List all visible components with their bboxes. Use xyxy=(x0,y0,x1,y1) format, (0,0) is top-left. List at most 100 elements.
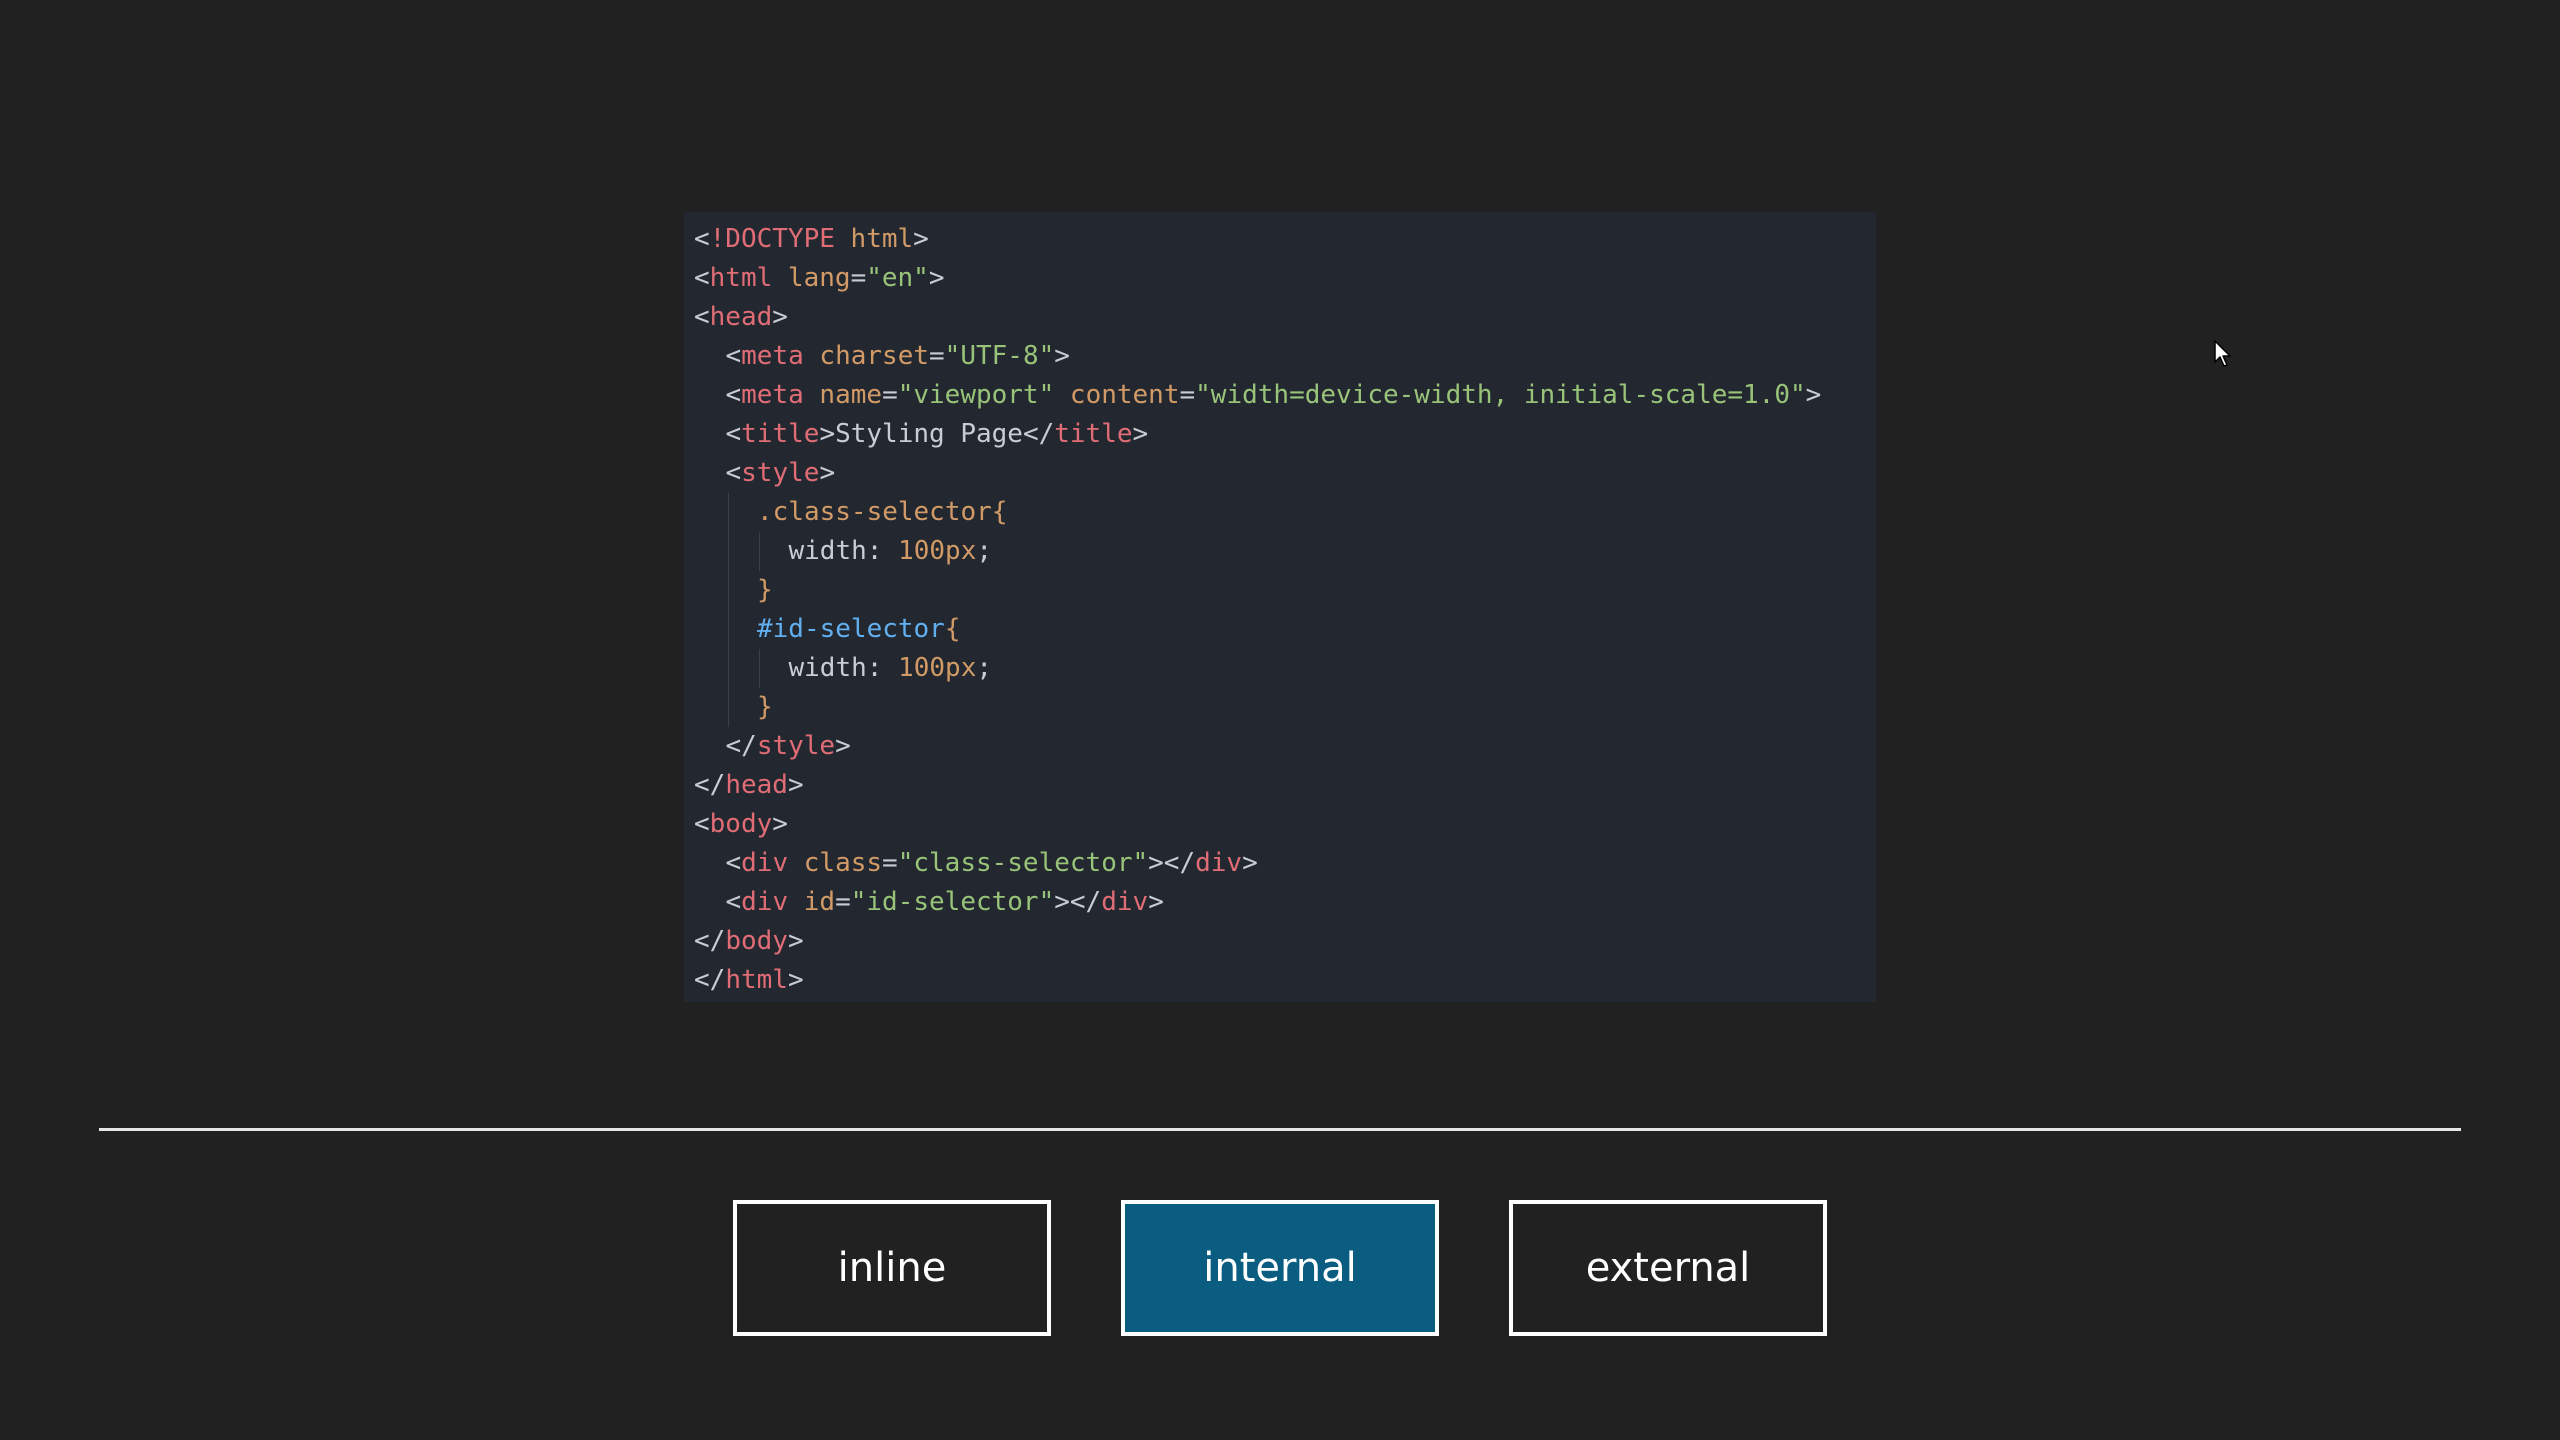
code-line: </body> xyxy=(694,922,1876,961)
code-token: "en" xyxy=(866,263,929,293)
code-token: charset xyxy=(803,341,930,371)
code-token: } xyxy=(757,692,773,722)
code-token: "id-selector" xyxy=(850,887,1055,917)
code-line: <meta charset="UTF-8"> xyxy=(694,337,1876,376)
indent-guide xyxy=(727,688,729,727)
code-token: body xyxy=(725,926,788,956)
code-token: : xyxy=(866,536,899,566)
code-token: class xyxy=(788,848,883,878)
section-divider xyxy=(99,1128,2461,1131)
code-token: html xyxy=(834,224,914,254)
code-line: <meta name="viewport" content="width=dev… xyxy=(694,376,1876,415)
code-token: < xyxy=(725,380,742,410)
code-token: ; xyxy=(976,536,993,566)
code-line: <body> xyxy=(694,805,1876,844)
code-line: } xyxy=(694,688,1876,727)
code-token: "viewport" xyxy=(897,380,1055,410)
code-line: <div class="class-selector"></div> xyxy=(694,844,1876,883)
code-token: title xyxy=(741,419,820,449)
code-token: lang xyxy=(772,263,851,293)
code-token: !DOCTYPE xyxy=(709,224,835,254)
code-token: < xyxy=(725,887,742,917)
code-line: <head> xyxy=(694,298,1876,337)
code-token: > xyxy=(772,809,788,839)
code-token: > xyxy=(1054,341,1070,371)
indent-guide xyxy=(759,532,760,571)
code-line: <!DOCTYPE html> xyxy=(694,220,1876,259)
code-token: content xyxy=(1054,380,1180,410)
code-token: 100px xyxy=(898,653,977,683)
code-token: ></ xyxy=(1148,848,1196,878)
indent-guide xyxy=(727,610,729,649)
code-token: html xyxy=(725,965,788,995)
code-token: div xyxy=(1195,848,1243,878)
code-token: "width=device-width, initial-scale=1.0" xyxy=(1195,380,1806,410)
code-token: < xyxy=(694,809,710,839)
code-line: } xyxy=(694,571,1876,610)
code-line: </style> xyxy=(694,727,1876,766)
code-token: style xyxy=(756,731,836,761)
code-token: Styling Page xyxy=(835,419,1023,449)
code-token: > xyxy=(1148,887,1164,917)
code-token: style xyxy=(741,458,820,488)
code-token: meta xyxy=(741,341,804,371)
code-token: div xyxy=(741,848,789,878)
code-token: > xyxy=(1242,848,1258,878)
code-line: width: 100px; xyxy=(694,649,1876,688)
code-token: = xyxy=(882,848,898,878)
code-token: = xyxy=(835,887,851,917)
code-token: } xyxy=(757,575,773,605)
code-token: head xyxy=(709,302,773,332)
code-token: width xyxy=(788,536,867,566)
code-token: </ xyxy=(1022,419,1055,449)
indent-guide xyxy=(727,532,729,571)
code-token: ; xyxy=(976,653,993,683)
code-token: html xyxy=(709,263,773,293)
code-token: </ xyxy=(694,965,726,995)
code-token: </ xyxy=(725,731,757,761)
indent-guide xyxy=(759,649,760,688)
internal-tab-button[interactable]: internal xyxy=(1121,1200,1439,1336)
code-token: < xyxy=(725,848,742,878)
code-token: = xyxy=(850,263,867,293)
code-line: .class-selector{ xyxy=(694,493,1876,532)
code-token: "class-selector" xyxy=(897,848,1149,878)
indent-guide xyxy=(727,571,729,610)
code-line: <style> xyxy=(694,454,1876,493)
external-tab-button[interactable]: external xyxy=(1509,1200,1827,1336)
code-token: : xyxy=(866,653,899,683)
indent-guide xyxy=(727,649,729,688)
code-line: <title>Styling Page</title> xyxy=(694,415,1876,454)
code-token: > xyxy=(835,731,851,761)
code-token: > xyxy=(787,926,804,956)
code-token: > xyxy=(819,419,836,449)
code-token: .class-selector xyxy=(757,497,992,527)
code-line: </html> xyxy=(694,961,1876,1000)
code-token: > xyxy=(819,458,836,488)
code-token: > xyxy=(1132,419,1149,449)
code-token: < xyxy=(694,302,710,332)
code-token: < xyxy=(725,341,742,371)
code-token: </ xyxy=(694,926,726,956)
code-token: = xyxy=(1179,380,1196,410)
code-token: </ xyxy=(694,770,726,800)
code-token: #id-selector xyxy=(757,614,945,644)
code-token: { xyxy=(944,614,961,644)
code-token: head xyxy=(725,770,788,800)
code-token: = xyxy=(929,341,945,371)
inline-tab-button[interactable]: inline xyxy=(733,1200,1051,1336)
code-token: > xyxy=(1805,380,1822,410)
code-token: div xyxy=(741,887,789,917)
code-token: < xyxy=(694,263,710,293)
code-token: "UTF-8" xyxy=(944,341,1055,371)
code-token: meta xyxy=(741,380,804,410)
code-token: id xyxy=(788,887,836,917)
code-token: < xyxy=(694,224,710,254)
code-token: title xyxy=(1054,419,1133,449)
code-token: < xyxy=(725,458,742,488)
code-token: > xyxy=(787,770,804,800)
code-token: { xyxy=(991,497,1008,527)
code-token: > xyxy=(787,965,804,995)
code-line: <html lang="en"> xyxy=(694,259,1876,298)
code-token: > xyxy=(928,263,945,293)
